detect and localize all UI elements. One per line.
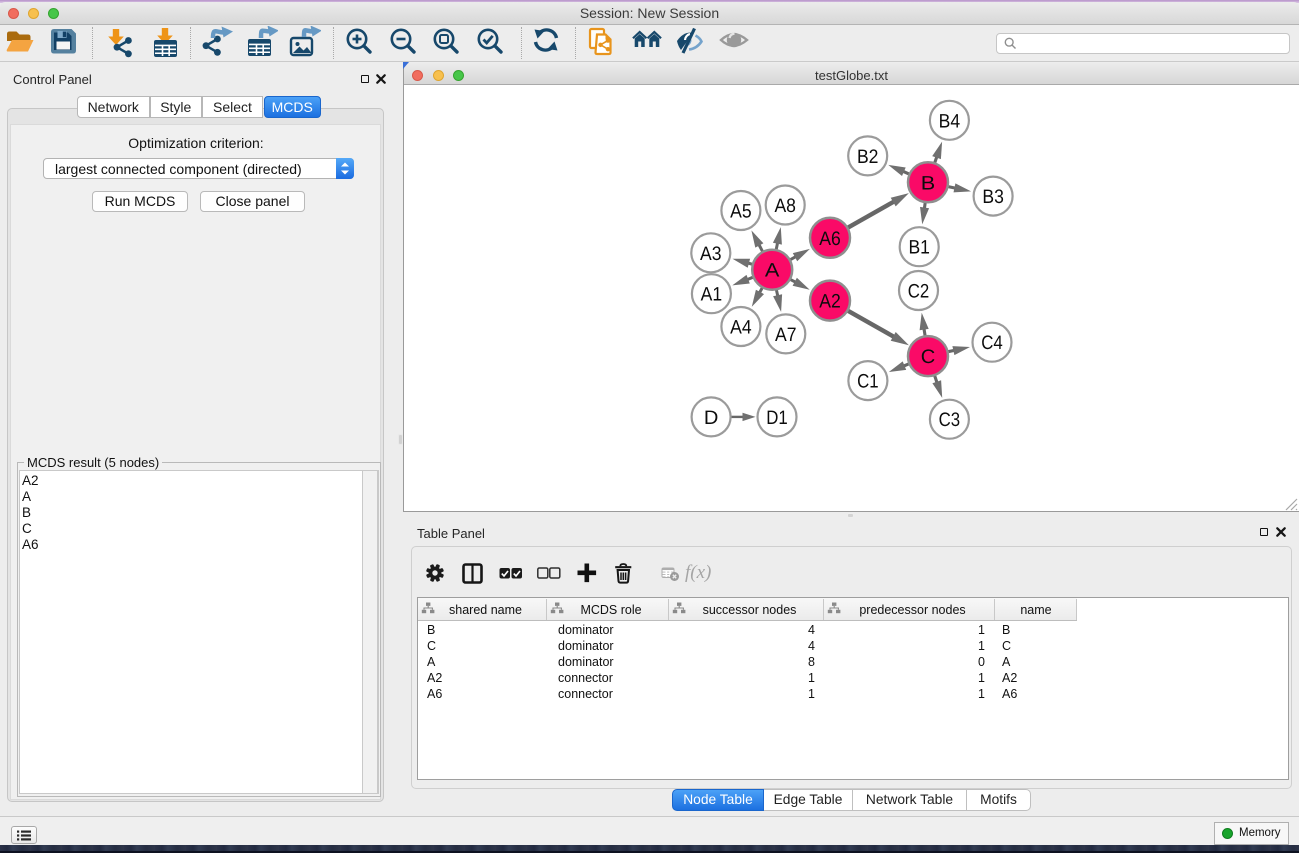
svg-text:A3: A3 <box>700 243 722 265</box>
svg-text:B4: B4 <box>938 110 960 132</box>
svg-text:D: D <box>703 407 718 429</box>
svg-text:C2: C2 <box>907 281 929 303</box>
svg-text:A1: A1 <box>700 284 722 306</box>
svg-text:C4: C4 <box>981 332 1003 354</box>
svg-text:B: B <box>920 172 935 194</box>
svg-text:D1: D1 <box>766 407 788 429</box>
svg-text:B1: B1 <box>908 237 930 259</box>
svg-text:A2: A2 <box>819 291 841 313</box>
svg-text:A4: A4 <box>730 317 752 339</box>
svg-text:A7: A7 <box>775 324 797 346</box>
svg-text:B3: B3 <box>982 186 1004 208</box>
svg-text:C: C <box>920 346 935 368</box>
svg-text:A6: A6 <box>819 228 841 250</box>
svg-text:B2: B2 <box>856 146 878 168</box>
svg-text:C3: C3 <box>938 409 960 431</box>
svg-text:A8: A8 <box>774 195 796 217</box>
svg-text:A5: A5 <box>730 201 752 223</box>
svg-text:C1: C1 <box>857 371 879 393</box>
svg-text:A: A <box>764 260 779 282</box>
